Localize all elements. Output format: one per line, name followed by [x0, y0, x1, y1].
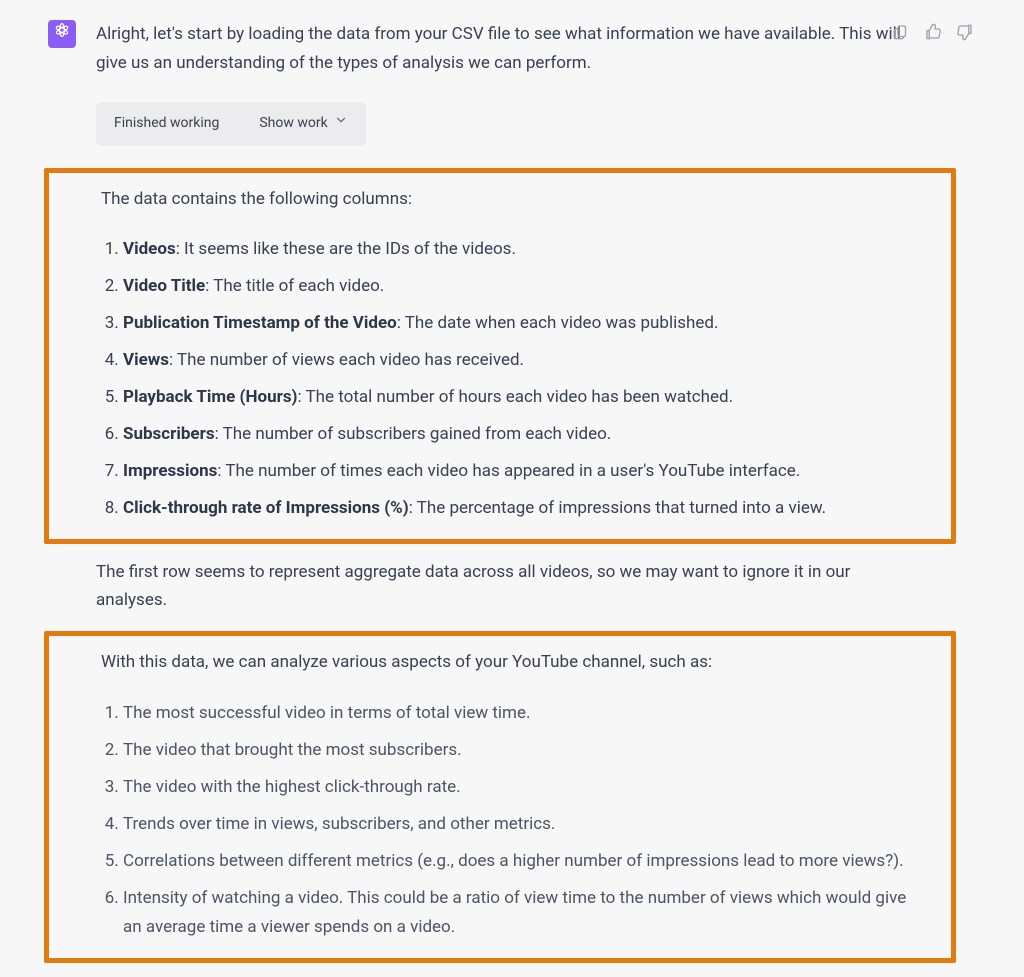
column-term: Subscribers: [123, 424, 215, 444]
work-status-label: Finished working: [114, 112, 219, 136]
analysis-item: The video with the highest click-through…: [123, 769, 911, 806]
thumbs-down-icon: [956, 22, 974, 51]
assistant-icon: [53, 20, 71, 49]
thumbs-up-button[interactable]: [924, 22, 942, 51]
column-desc: : It seems like these are the IDs of the…: [176, 239, 516, 259]
column-item: Videos: It seems like these are the IDs …: [123, 231, 911, 268]
analysis-item: The video that brought the most subscrib…: [123, 732, 911, 769]
column-item: Video Title: The title of each video.: [123, 268, 911, 305]
column-term: Impressions: [123, 461, 217, 481]
thumbs-up-icon: [924, 22, 942, 51]
work-status-pill[interactable]: Finished working Show work: [96, 102, 366, 146]
thumbs-down-button[interactable]: [956, 22, 974, 51]
message-actions: [892, 22, 974, 51]
columns-highlight-box: The data contains the following columns:…: [44, 168, 956, 544]
column-term: Views: [123, 350, 169, 370]
chevron-down-icon: [334, 112, 348, 136]
column-term: Playback Time (Hours): [123, 387, 298, 407]
intro-paragraph: Alright, let's start by loading the data…: [96, 20, 916, 78]
analysis-item: The most successful video in terms of to…: [123, 695, 911, 732]
column-item: Subscribers: The number of subscribers g…: [123, 416, 911, 453]
column-desc: : The number of times each video has app…: [217, 461, 800, 481]
column-term: Click-through rate of Impressions (%): [123, 498, 409, 518]
analysis-item: Correlations between different metrics (…: [123, 843, 911, 880]
column-term: Video Title: [123, 276, 205, 296]
column-term: Videos: [123, 239, 176, 259]
column-desc: : The total number of hours each video h…: [298, 387, 734, 407]
columns-intro: The data contains the following columns:: [101, 185, 911, 214]
column-item: Click-through rate of Impressions (%): T…: [123, 490, 911, 527]
copy-icon: [892, 22, 910, 51]
analysis-highlight-box: With this data, we can analyze various a…: [44, 631, 956, 962]
copy-button[interactable]: [892, 22, 910, 51]
column-item: Impressions: The number of times each vi…: [123, 453, 911, 490]
show-work-label: Show work: [259, 112, 327, 136]
columns-list: Videos: It seems like these are the IDs …: [101, 231, 911, 526]
analysis-item: Intensity of watching a video. This coul…: [123, 880, 911, 946]
column-desc: : The date when each video was published…: [397, 313, 719, 333]
column-item: Views: The number of views each video ha…: [123, 342, 911, 379]
analysis-intro: With this data, we can analyze various a…: [101, 648, 911, 677]
assistant-avatar: [48, 20, 76, 48]
column-desc: : The number of views each video has rec…: [169, 350, 524, 370]
column-desc: : The number of subscribers gained from …: [215, 424, 612, 444]
analysis-item: Trends over time in views, subscribers, …: [123, 806, 911, 843]
message-content: Alright, let's start by loading the data…: [96, 20, 916, 977]
column-desc: : The percentage of impressions that tur…: [409, 498, 826, 518]
between-note: The first row seems to represent aggrega…: [96, 558, 916, 616]
show-work-toggle[interactable]: Show work: [259, 112, 347, 136]
column-item: Playback Time (Hours): The total number …: [123, 379, 911, 416]
analysis-list: The most successful video in terms of to…: [101, 695, 911, 945]
assistant-message: Alright, let's start by loading the data…: [0, 0, 1024, 977]
column-desc: : The title of each video.: [205, 276, 384, 296]
column-term: Publication Timestamp of the Video: [123, 313, 397, 333]
column-item: Publication Timestamp of the Video: The …: [123, 305, 911, 342]
